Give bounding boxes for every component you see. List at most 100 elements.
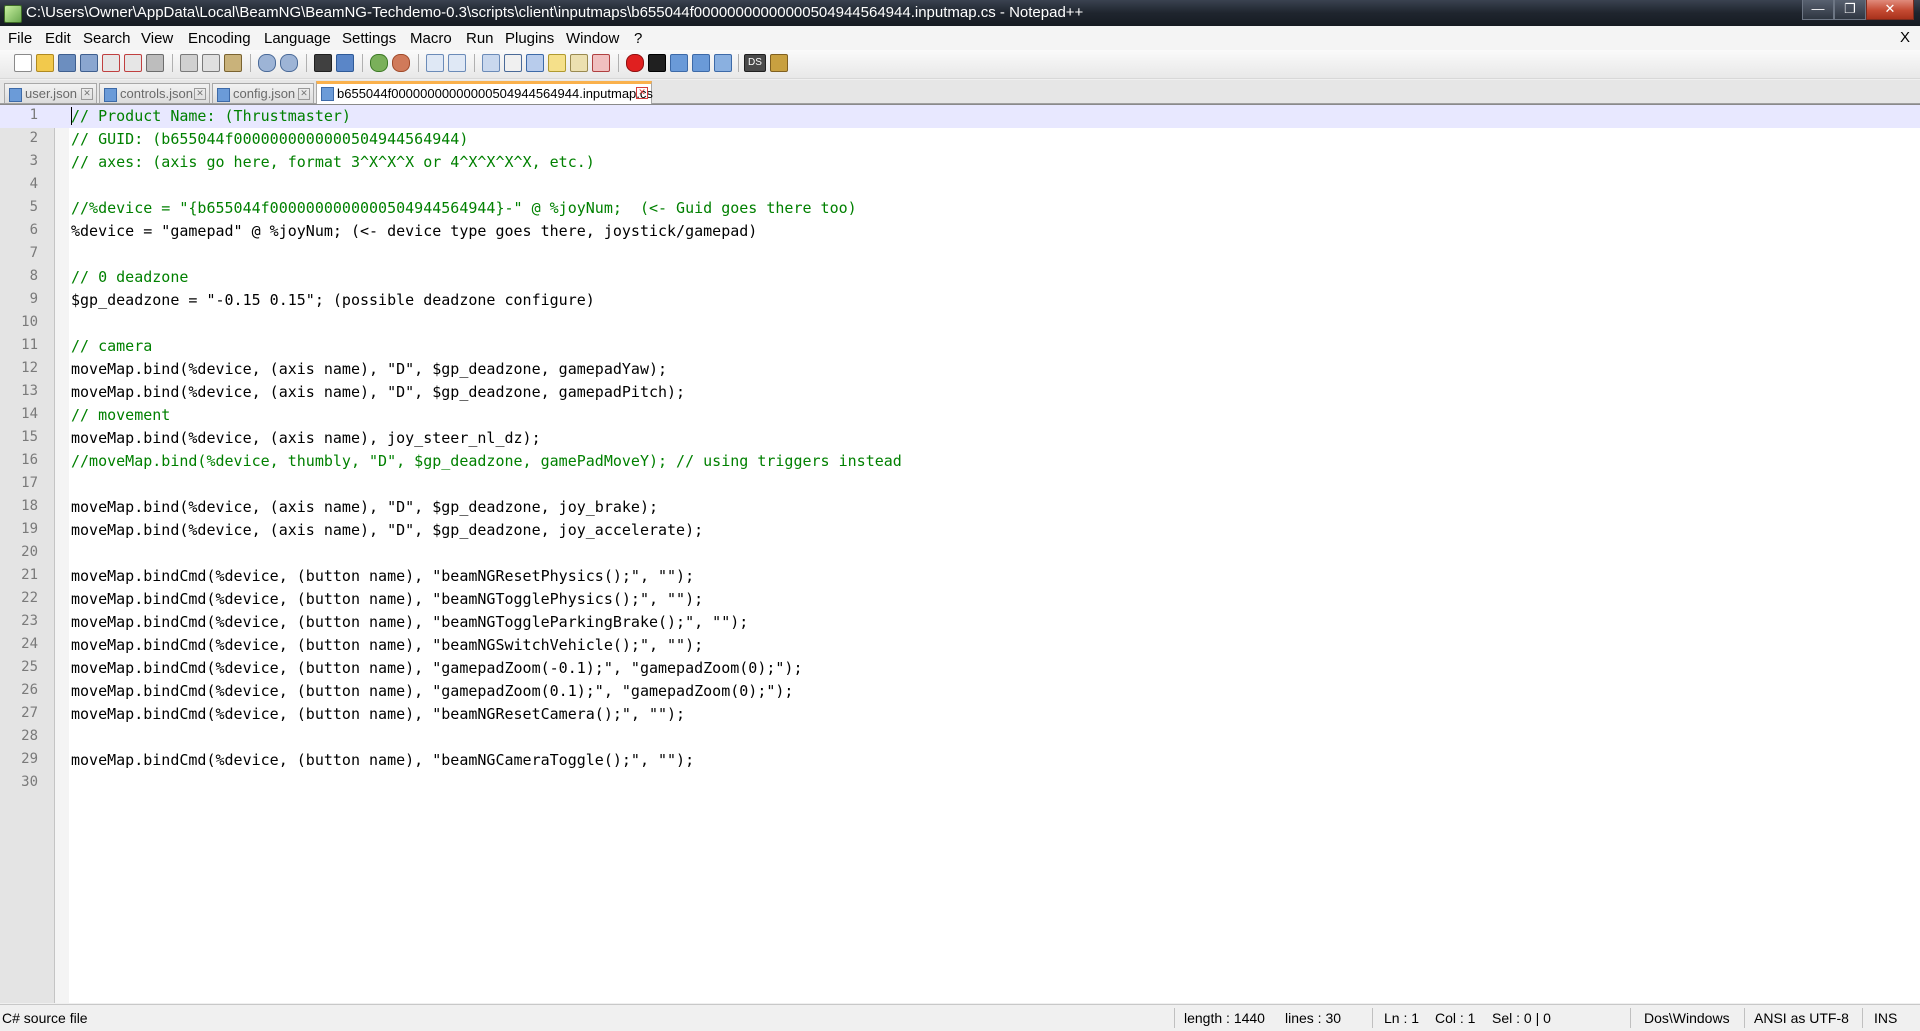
code-line[interactable]: 18 moveMap.bind(%device, (axis name), "D"…: [0, 496, 1920, 519]
menu-run[interactable]: Run: [466, 30, 494, 47]
find-icon[interactable]: [314, 54, 332, 72]
indent-guide-icon[interactable]: [526, 54, 544, 72]
code-line[interactable]: 4: [0, 174, 1920, 197]
code-line[interactable]: 11 // camera: [0, 335, 1920, 358]
tab-close-icon[interactable]: ✕: [636, 87, 648, 99]
menu-plugins[interactable]: Plugins: [505, 30, 554, 47]
code-text[interactable]: moveMap.bindCmd(%device, (button name), …: [71, 613, 748, 631]
code-text[interactable]: moveMap.bindCmd(%device, (button name), …: [71, 659, 803, 677]
code-text[interactable]: //%device = "{b655044f000000000000050494…: [71, 199, 857, 217]
code-line[interactable]: 20: [0, 542, 1920, 565]
zoom-in-icon[interactable]: [370, 54, 388, 72]
code-line[interactable]: 2 // GUID: (b655044f000000000000050494456…: [0, 128, 1920, 151]
code-line[interactable]: 22 moveMap.bindCmd(%device, (button name)…: [0, 588, 1920, 611]
menu-view[interactable]: View: [141, 30, 173, 47]
tab-close-icon[interactable]: ✕: [194, 88, 206, 100]
word-wrap-icon[interactable]: [482, 54, 500, 72]
menu-encoding[interactable]: Encoding: [188, 30, 251, 47]
save-all-icon[interactable]: [80, 54, 98, 72]
close-window-button[interactable]: ✕: [1866, 0, 1914, 20]
play-macro-icon[interactable]: [670, 54, 688, 72]
code-line[interactable]: 28: [0, 726, 1920, 749]
new-file-icon[interactable]: [14, 54, 32, 72]
tab-config-json[interactable]: config.json ✕: [212, 83, 314, 103]
sync-horizontal-icon[interactable]: [448, 54, 466, 72]
copy-icon[interactable]: [202, 54, 220, 72]
tab-inputmap-cs[interactable]: b655044f00000000000000504944564944.input…: [316, 81, 653, 104]
code-lines[interactable]: 1 // Product Name: (Thrustmaster) 2 // GUID…: [0, 105, 1920, 795]
close-document-button[interactable]: X: [1900, 29, 1910, 46]
menu-macro[interactable]: Macro: [410, 30, 452, 47]
stop-macro-icon[interactable]: [648, 54, 666, 72]
code-text[interactable]: moveMap.bindCmd(%device, (button name), …: [71, 567, 694, 585]
plugin-icon[interactable]: [770, 54, 788, 72]
doc-map-icon[interactable]: [570, 54, 588, 72]
code-text[interactable]: moveMap.bindCmd(%device, (button name), …: [71, 751, 694, 769]
function-list-icon[interactable]: [592, 54, 610, 72]
code-line[interactable]: 25 moveMap.bindCmd(%device, (button name)…: [0, 657, 1920, 680]
menu-help[interactable]: ?: [634, 30, 642, 47]
code-text[interactable]: %device = "gamepad" @ %joyNum; (<- devic…: [71, 222, 757, 240]
code-line[interactable]: 14 // movement: [0, 404, 1920, 427]
tab-close-icon[interactable]: ✕: [298, 88, 310, 100]
code-text[interactable]: moveMap.bind(%device, (axis name), joy_s…: [71, 429, 541, 447]
code-text[interactable]: moveMap.bind(%device, (axis name), "D", …: [71, 360, 667, 378]
zoom-out-icon[interactable]: [392, 54, 410, 72]
code-line[interactable]: 15 moveMap.bind(%device, (axis name), joy…: [0, 427, 1920, 450]
minimize-button[interactable]: —: [1802, 0, 1834, 20]
tab-close-icon[interactable]: ✕: [81, 88, 93, 100]
close-all-icon[interactable]: [124, 54, 142, 72]
code-line[interactable]: 16 //moveMap.bind(%device, thumbly, "D", …: [0, 450, 1920, 473]
code-text[interactable]: // camera: [71, 337, 152, 355]
code-line[interactable]: 13 moveMap.bind(%device, (axis name), "D"…: [0, 381, 1920, 404]
ds-plugin-icon[interactable]: DS: [744, 54, 766, 72]
code-line[interactable]: 27 moveMap.bindCmd(%device, (button name)…: [0, 703, 1920, 726]
menu-file[interactable]: File: [8, 30, 32, 47]
code-text[interactable]: moveMap.bind(%device, (axis name), "D", …: [71, 498, 658, 516]
save-macro-icon[interactable]: [714, 54, 732, 72]
code-line[interactable]: 1 // Product Name: (Thrustmaster): [0, 105, 1920, 128]
code-line[interactable]: 17: [0, 473, 1920, 496]
print-icon[interactable]: [146, 54, 164, 72]
code-text[interactable]: moveMap.bindCmd(%device, (button name), …: [71, 590, 703, 608]
paste-icon[interactable]: [224, 54, 242, 72]
maximize-button[interactable]: ❐: [1834, 0, 1866, 20]
code-text[interactable]: moveMap.bindCmd(%device, (button name), …: [71, 682, 793, 700]
code-text[interactable]: // 0 deadzone: [71, 268, 188, 286]
code-text[interactable]: // GUID: (b655044f0000000000000504944564…: [71, 130, 468, 148]
code-text[interactable]: moveMap.bind(%device, (axis name), "D", …: [71, 383, 685, 401]
code-line[interactable]: 10: [0, 312, 1920, 335]
menu-edit[interactable]: Edit: [45, 30, 71, 47]
show-all-chars-icon[interactable]: [504, 54, 522, 72]
code-line[interactable]: 26 moveMap.bindCmd(%device, (button name)…: [0, 680, 1920, 703]
menu-language[interactable]: Language: [264, 30, 331, 47]
code-line[interactable]: 8 // 0 deadzone: [0, 266, 1920, 289]
code-line[interactable]: 23 moveMap.bindCmd(%device, (button name)…: [0, 611, 1920, 634]
code-line[interactable]: 3 // axes: (axis go here, format 3^X^X^X …: [0, 151, 1920, 174]
code-line[interactable]: 19 moveMap.bind(%device, (axis name), "D"…: [0, 519, 1920, 542]
code-text[interactable]: // axes: (axis go here, format 3^X^X^X o…: [71, 153, 595, 171]
code-text[interactable]: //moveMap.bind(%device, thumbly, "D", $g…: [71, 452, 902, 470]
tab-user-json[interactable]: user.json ✕: [4, 83, 97, 103]
code-text[interactable]: moveMap.bindCmd(%device, (button name), …: [71, 705, 685, 723]
code-line[interactable]: 24 moveMap.bindCmd(%device, (button name)…: [0, 634, 1920, 657]
sync-vertical-icon[interactable]: [426, 54, 444, 72]
tab-controls-json[interactable]: controls.json ✕: [99, 83, 210, 103]
code-text[interactable]: $gp_deadzone = "-0.15 0.15"; (possible d…: [71, 291, 595, 309]
redo-icon[interactable]: [280, 54, 298, 72]
code-text[interactable]: moveMap.bind(%device, (axis name), "D", …: [71, 521, 703, 539]
menu-window[interactable]: Window: [566, 30, 619, 47]
menu-settings[interactable]: Settings: [342, 30, 396, 47]
code-line[interactable]: 12 moveMap.bind(%device, (axis name), "D"…: [0, 358, 1920, 381]
code-line[interactable]: 21 moveMap.bindCmd(%device, (button name)…: [0, 565, 1920, 588]
close-icon[interactable]: [102, 54, 120, 72]
code-line[interactable]: 29 moveMap.bindCmd(%device, (button name)…: [0, 749, 1920, 772]
editor-area[interactable]: 1 // Product Name: (Thrustmaster) 2 // GUID…: [0, 104, 1920, 1003]
code-line[interactable]: 5 //%device = "{b655044f00000000000005049…: [0, 197, 1920, 220]
cut-icon[interactable]: [180, 54, 198, 72]
open-file-icon[interactable]: [36, 54, 54, 72]
replace-icon[interactable]: [336, 54, 354, 72]
code-line[interactable]: 7: [0, 243, 1920, 266]
code-line[interactable]: 30: [0, 772, 1920, 795]
menu-search[interactable]: Search: [83, 30, 131, 47]
